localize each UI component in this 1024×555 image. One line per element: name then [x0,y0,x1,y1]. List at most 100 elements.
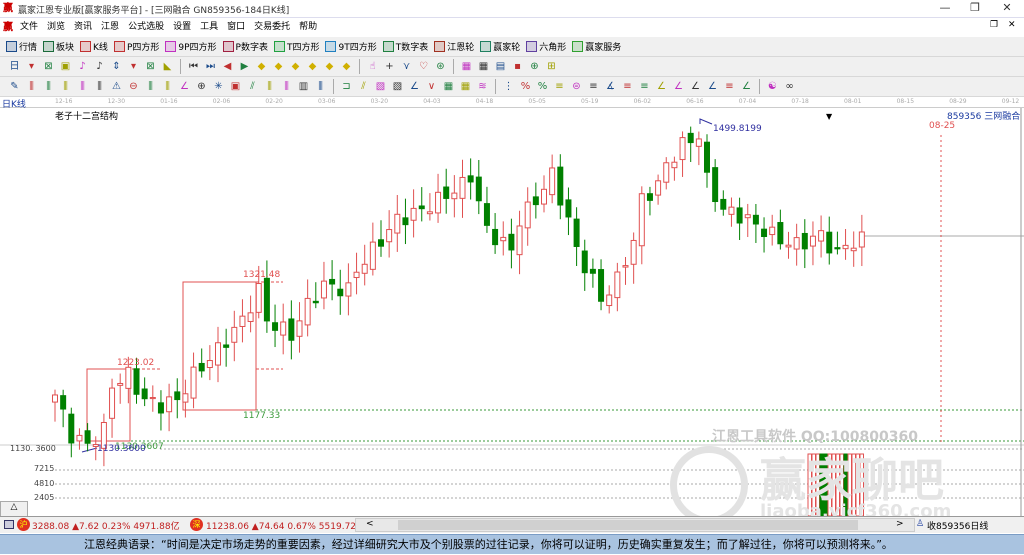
tool-icon[interactable]: ⊜ [570,80,584,94]
toolbar-button-t-table[interactable]: T数字表 [382,40,428,53]
tool-icon[interactable]: ⫼ [280,80,294,94]
maximize-button[interactable]: ❐ [960,0,990,16]
tool-icon[interactable]: ⫼ [93,80,107,94]
tool-icon[interactable]: ∠ [740,80,754,94]
tool-icon[interactable]: ♪ [93,60,107,74]
tool-icon[interactable]: ▦ [442,80,456,94]
tool-icon[interactable]: ⊛ [434,60,448,74]
tool-icon[interactable]: ⫽ [246,80,260,94]
tool-icon[interactable]: ⚠ [110,80,124,94]
mdi-restore-button[interactable]: ❐ [990,20,998,30]
tool-icon[interactable]: ▥ [297,80,311,94]
tool-icon[interactable]: ∠ [408,80,422,94]
tool-icon[interactable]: ≡ [638,80,652,94]
menu-item[interactable]: 浏览 [47,18,65,36]
toolbar-button-gann-wheel[interactable]: 江恩轮 [434,40,474,53]
tool-icon[interactable]: ∠ [672,80,686,94]
tool-icon[interactable]: ◣ [161,60,175,74]
tool-icon[interactable]: ⊠ [42,60,56,74]
tool-icon[interactable]: ⫼ [42,80,56,94]
tool-icon[interactable]: ◆ [340,60,354,74]
tool-icon[interactable]: ∞ [783,80,797,94]
dropdown-arrow-icon[interactable]: ▼ [826,112,832,121]
calculator-icon[interactable] [4,520,14,529]
tool-icon[interactable]: ⊐ [340,80,354,94]
minimize-button[interactable]: — [930,0,960,16]
tool-icon[interactable]: ◆ [255,60,269,74]
tool-icon[interactable]: ✳ [212,80,226,94]
toolbar-button-p-square[interactable]: P四方形 [113,40,159,53]
tool-icon[interactable]: + [383,60,397,74]
menu-item[interactable]: 设置 [173,18,191,36]
sz-index-quote[interactable]: 11238.06 ▲74.64 0.67% 5519.72亿 [206,519,365,532]
tool-icon[interactable]: ◀ [221,60,235,74]
tool-icon[interactable]: ∠ [655,80,669,94]
toolbar-button-winner-wheel[interactable]: 赢家轮 [480,40,520,53]
toolbar-button-dollar[interactable]: 赢家服务 [572,40,621,53]
tool-icon[interactable]: ∠ [706,80,720,94]
tool-icon[interactable]: ∠ [178,80,192,94]
tool-icon[interactable]: ▧ [374,80,388,94]
mdi-close-button[interactable]: ✕ [1008,20,1016,30]
menu-item[interactable]: 帮助 [299,18,317,36]
tool-icon[interactable]: ⋎ [400,60,414,74]
tool-icon[interactable]: ⊕ [195,80,209,94]
panel-toggle-button[interactable]: △ [0,501,28,517]
tool-icon[interactable]: ▦ [477,60,491,74]
tool-icon[interactable]: ⏮ [187,60,201,74]
tool-icon[interactable]: ≡ [587,80,601,94]
tool-icon[interactable]: ◆ [289,60,303,74]
tool-icon[interactable]: ▶ [238,60,252,74]
tool-icon[interactable]: ◆ [306,60,320,74]
tool-icon[interactable]: ⇕ [110,60,124,74]
tool-icon[interactable]: ∨ [425,80,439,94]
toolbar-button-p-table[interactable]: P数字表 [222,40,268,53]
scroll-left-button[interactable]: < [366,519,374,529]
tool-icon[interactable]: ≡ [723,80,737,94]
tool-icon[interactable]: ☝ [366,60,380,74]
tool-icon[interactable]: % [519,80,533,94]
scroll-thumb[interactable] [398,520,858,530]
tool-icon[interactable]: ≡ [621,80,635,94]
tool-icon[interactable]: ☯ [766,80,780,94]
menu-item[interactable]: 文件 [20,18,38,36]
horizontal-scrollbar[interactable]: < > [355,518,915,532]
tool-icon[interactable]: ▤ [494,60,508,74]
tool-icon[interactable]: ⏭ [204,60,218,74]
tool-icon[interactable]: % [536,80,550,94]
close-button[interactable]: ✕ [992,0,1022,16]
tool-icon[interactable]: ▣ [59,60,73,74]
tool-icon[interactable]: ⋮ [502,80,516,94]
menu-item[interactable]: 公式选股 [128,18,164,36]
tool-icon[interactable]: ⫼ [59,80,73,94]
toolbar-button-t-square[interactable]: T四方形 [273,40,319,53]
tool-icon[interactable]: ♡ [417,60,431,74]
toolbar-button-block[interactable]: 板块 [43,40,74,53]
toolbar-button-9t-square[interactable]: 9T四方形 [325,40,377,53]
tool-icon[interactable]: ✎ [8,80,22,94]
sh-index-quote[interactable]: 3288.08 ▲7.62 0.23% 4971.88亿 [32,519,180,532]
tool-icon[interactable]: ◆ [323,60,337,74]
tool-icon[interactable]: ⊞ [545,60,559,74]
menu-item[interactable]: 江恩 [101,18,119,36]
tool-icon[interactable]: ▦ [459,80,473,94]
toolbar-button-9p-square[interactable]: 9P四方形 [165,40,217,53]
tool-icon[interactable]: ∡ [604,80,618,94]
toolbar-button-grid[interactable]: 行情 [6,40,37,53]
scroll-right-button[interactable]: > [896,519,904,529]
app-menu-icon[interactable]: 赢 [3,22,14,33]
tool-icon[interactable]: ⫼ [161,80,175,94]
toolbar-button-kline[interactable]: K线 [80,40,108,53]
tool-icon[interactable]: ⊖ [127,80,141,94]
tool-icon[interactable]: ⊕ [528,60,542,74]
menu-item[interactable]: 交易委托 [254,18,290,36]
tool-icon[interactable]: ⫼ [314,80,328,94]
tool-icon[interactable]: ≡ [553,80,567,94]
menu-item[interactable]: 工具 [200,18,218,36]
tool-icon[interactable]: ▾ [25,60,39,74]
tool-icon[interactable]: ▪ [511,60,525,74]
tool-icon[interactable]: ⫼ [76,80,90,94]
tool-icon[interactable]: ∠ [689,80,703,94]
tool-icon[interactable]: ♪ [76,60,90,74]
tool-icon[interactable]: ▾ [127,60,141,74]
